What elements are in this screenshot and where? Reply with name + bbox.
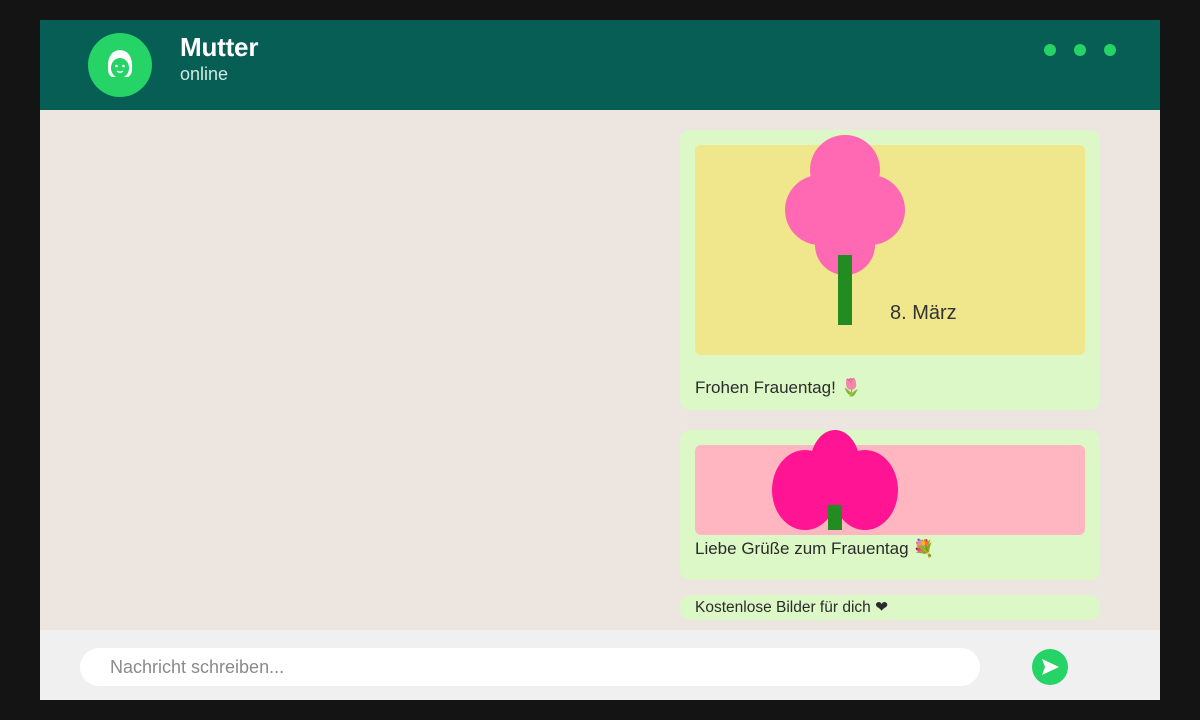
greeting-image-card[interactable] [695, 430, 1085, 535]
chat-window: Mutter online 8. März Frohen Frauentag! … [40, 20, 1160, 700]
message-bubble[interactable]: Kostenlose Bilder für dich ❤ [680, 595, 1100, 620]
magenta-flower-icon [772, 430, 898, 530]
message-bubble[interactable]: 8. März Frohen Frauentag! 🌷 [680, 130, 1100, 410]
greeting-image-card[interactable]: 8. März [695, 135, 1085, 355]
message-caption: Liebe Grüße zum Frauentag 💐 [695, 539, 935, 558]
card-date-text: 8. März [890, 302, 957, 324]
contact-status: online [180, 64, 229, 84]
send-button[interactable] [1032, 649, 1068, 685]
message-input[interactable] [80, 648, 980, 686]
chat-header: Mutter online [40, 20, 1160, 110]
message-caption: Frohen Frauentag! 🌷 [695, 378, 862, 397]
message-composer [40, 630, 1160, 700]
message-bubble[interactable]: Liebe Grüße zum Frauentag 💐 [680, 430, 1100, 580]
woman-face-icon [107, 50, 133, 78]
menu-dot [1074, 44, 1086, 56]
contact-avatar[interactable] [88, 33, 152, 97]
menu-dot [1044, 44, 1056, 56]
send-arrow-icon [1042, 659, 1059, 675]
menu-dot [1104, 44, 1116, 56]
message-caption: Kostenlose Bilder für dich ❤ [695, 599, 889, 616]
more-dots-icon[interactable] [1042, 43, 1122, 57]
contact-name[interactable]: Mutter [180, 32, 258, 63]
